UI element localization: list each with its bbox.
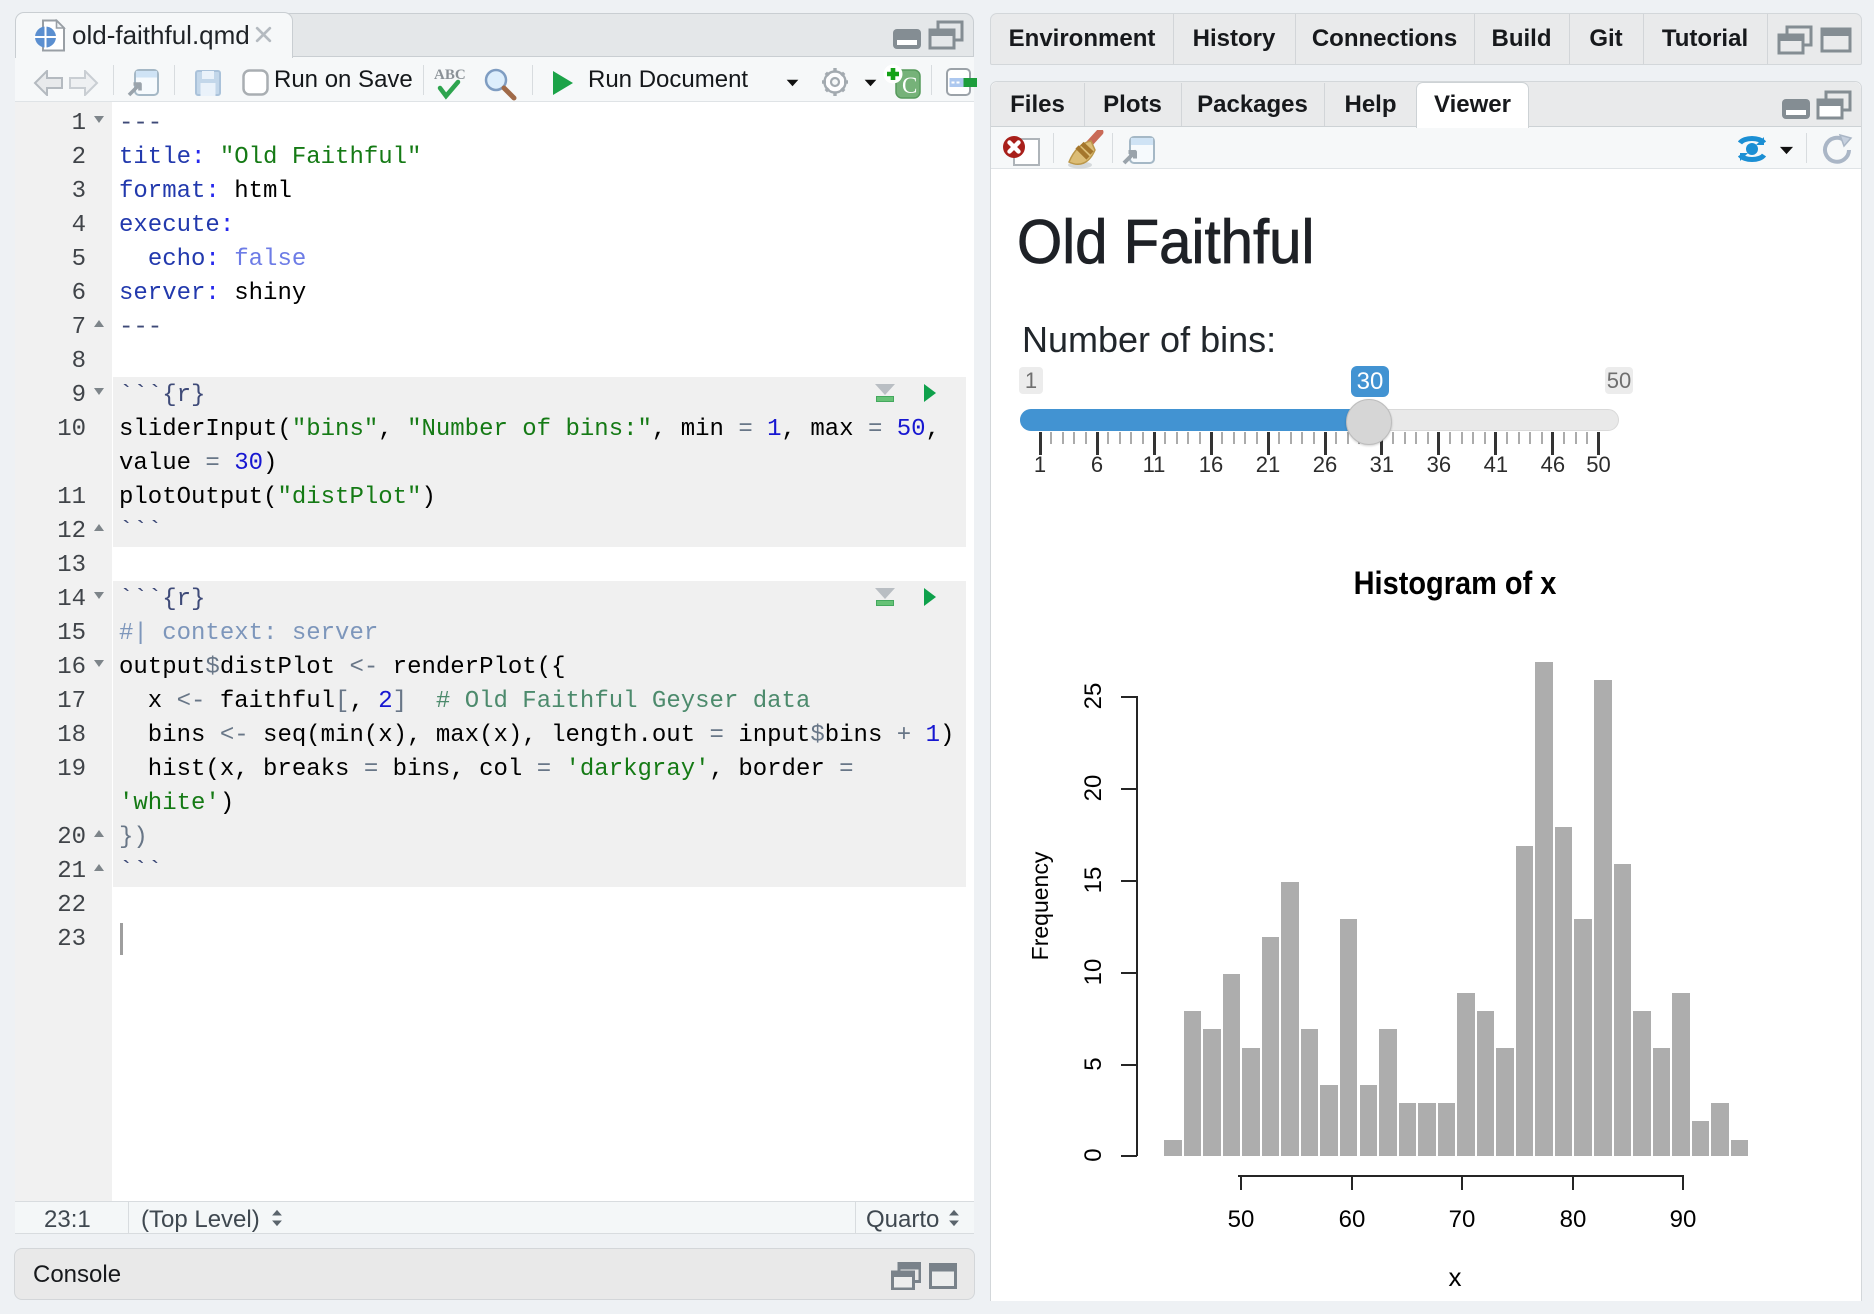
svg-text:C: C <box>902 73 917 98</box>
svg-text:ABC: ABC <box>434 67 466 83</box>
